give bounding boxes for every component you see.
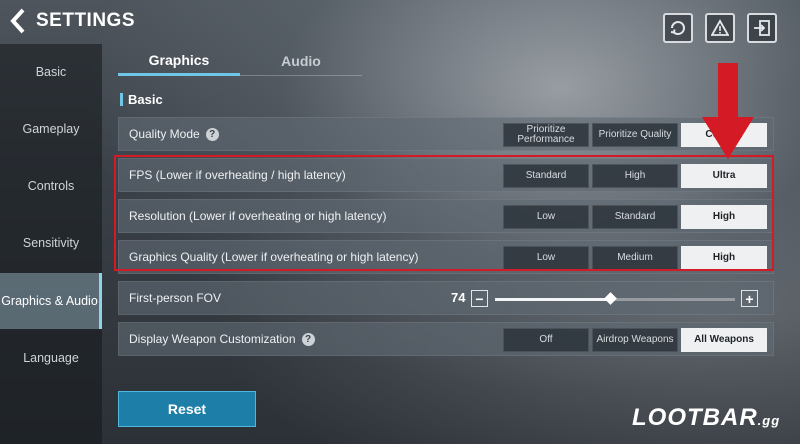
option-group: Off Airdrop Weapons All Weapons [503, 328, 767, 352]
watermark-suffix: .gg [757, 413, 781, 428]
report-button[interactable] [705, 13, 735, 43]
section-accent-bar [120, 93, 123, 106]
red-arrow-annotation [702, 63, 754, 164]
option-off[interactable]: Off [503, 328, 589, 352]
sidebar-item-controls[interactable]: Controls [0, 158, 102, 214]
fov-value: 74 [451, 290, 466, 305]
fov-slider-thumb[interactable] [604, 292, 618, 305]
sidebar-item-graphics-audio[interactable]: Graphics & Audio [0, 273, 102, 329]
watermark-logo: LOOTBAR.gg [632, 404, 780, 432]
sidebar: Basic Gameplay Controls Sensitivity Grap… [0, 44, 102, 444]
fov-slider-fill [495, 298, 611, 301]
setting-row-fov: First-person FOV 74 − + [118, 281, 774, 315]
reset-button[interactable]: Reset [118, 391, 256, 427]
sidebar-item-basic[interactable]: Basic [0, 44, 102, 100]
fov-increase-button[interactable]: + [741, 290, 758, 307]
setting-row-weapon-customization: Display Weapon Customization ? Off Airdr… [118, 322, 774, 356]
back-button[interactable] [8, 7, 30, 35]
refresh-icon [670, 21, 685, 36]
setting-row-quality-mode: Quality Mode ? Prioritize Performance Pr… [118, 117, 774, 151]
refresh-button[interactable] [663, 13, 693, 43]
setting-label: Quality Mode [129, 127, 200, 141]
highlight-box [114, 155, 774, 271]
section-heading: Basic [120, 92, 163, 107]
option-prioritize-performance[interactable]: Prioritize Performance [503, 123, 589, 147]
question-icon[interactable]: ? [205, 127, 219, 141]
question-icon[interactable]: ? [301, 332, 315, 346]
exit-icon [754, 20, 770, 36]
arrow-down-icon [702, 63, 754, 159]
chevron-left-icon [10, 8, 25, 34]
option-all-weapons[interactable]: All Weapons [681, 328, 767, 352]
setting-label: First-person FOV [129, 291, 222, 305]
section-title: Basic [128, 92, 163, 107]
sidebar-item-gameplay[interactable]: Gameplay [0, 101, 102, 157]
fov-decrease-button[interactable]: − [471, 290, 488, 307]
tab-graphics[interactable]: Graphics [118, 46, 240, 76]
warning-icon [711, 19, 729, 36]
watermark-main: LOOTBAR [632, 404, 758, 431]
page-title: SETTINGS [36, 10, 136, 31]
option-airdrop-weapons[interactable]: Airdrop Weapons [592, 328, 678, 352]
option-prioritize-quality[interactable]: Prioritize Quality [592, 123, 678, 147]
sidebar-item-language[interactable]: Language [0, 330, 102, 386]
fov-slider[interactable] [495, 292, 735, 305]
exit-button[interactable] [747, 13, 777, 43]
sidebar-item-sensitivity[interactable]: Sensitivity [0, 215, 102, 271]
setting-label: Display Weapon Customization [129, 332, 296, 346]
tab-audio[interactable]: Audio [240, 46, 362, 76]
